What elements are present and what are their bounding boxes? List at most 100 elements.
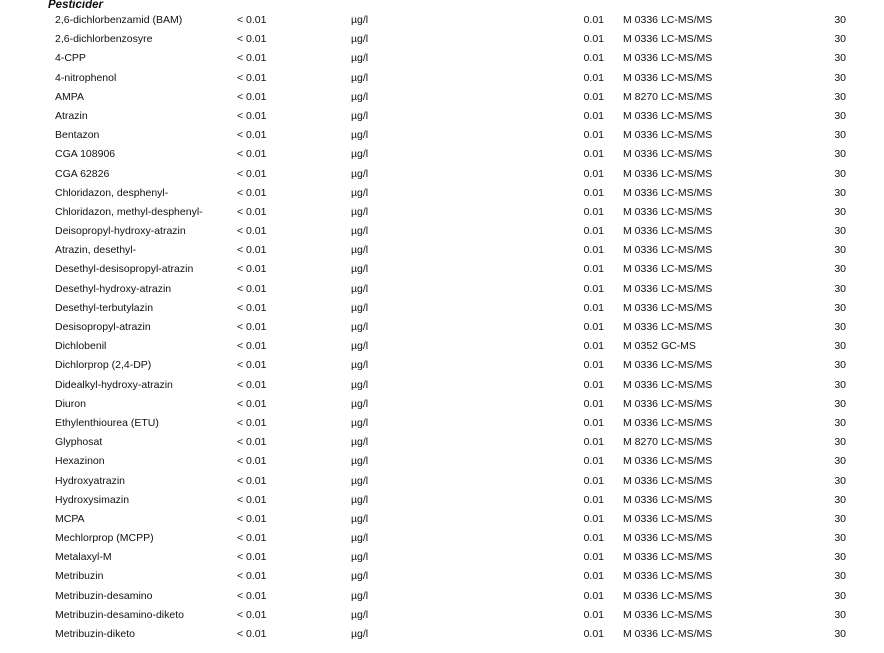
analyte-name: 2,6-dichlorbenzamid (BAM) bbox=[55, 14, 183, 26]
detection-limit: 0.01 bbox=[583, 129, 604, 142]
detection-limit: 0.01 bbox=[583, 340, 604, 353]
table-row: Dichlobenil < 0.01 µg/l 0.01 M 0352 GC-MS 30 bbox=[0, 337, 884, 356]
method-label: M 0336 LC-MS/MS bbox=[623, 129, 713, 142]
detection-limit: 0.01 bbox=[583, 301, 604, 314]
detection-limit: 0.01 bbox=[583, 225, 604, 238]
detection-limit: 0.01 bbox=[583, 608, 604, 621]
method-label: M 8270 LC-MS/MS bbox=[623, 90, 713, 103]
unit-label: µg/l bbox=[351, 474, 369, 487]
analyte-name: Bentazon bbox=[55, 129, 100, 142]
unit-label: µg/l bbox=[351, 301, 369, 314]
unit-label: µg/l bbox=[351, 493, 369, 506]
uncertainty-value: 30 bbox=[834, 608, 846, 621]
analyte-name: Atrazin, desethyl- bbox=[55, 244, 137, 257]
uncertainty-value: 30 bbox=[834, 186, 846, 199]
unit-label: µg/l bbox=[351, 167, 369, 180]
table-row: Glyphosat < 0.01 µg/l 0.01 M 8270 LC-MS/MS 30 bbox=[0, 433, 884, 452]
unit-label: µg/l bbox=[351, 90, 369, 103]
result-value: < 0.01 bbox=[237, 321, 267, 333]
uncertainty-value: 30 bbox=[834, 205, 846, 218]
table-row: Metalaxyl-M < 0.01 µg/l 0.01 M 0336 LC-MS/MS… bbox=[0, 548, 884, 567]
uncertainty-value: 30 bbox=[834, 52, 846, 65]
detection-limit: 0.01 bbox=[583, 14, 604, 26]
table-row: Metribuzin-desamino < 0.01 µg/l 0.01 M 0336 … bbox=[0, 587, 884, 606]
result-value: < 0.01 bbox=[237, 90, 267, 103]
detection-limit: 0.01 bbox=[583, 263, 604, 276]
analyte-name: Metribuzin-diketo bbox=[55, 628, 135, 640]
method-label: M 0336 LC-MS/MS bbox=[623, 244, 713, 257]
method-label: M 0336 LC-MS/MS bbox=[623, 397, 713, 410]
detection-limit: 0.01 bbox=[583, 474, 604, 487]
method-label: M 0336 LC-MS/MS bbox=[623, 493, 713, 506]
analyte-name: Hydroxyatrazin bbox=[55, 474, 126, 487]
uncertainty-value: 30 bbox=[834, 570, 846, 583]
result-value: < 0.01 bbox=[237, 186, 267, 199]
detection-limit: 0.01 bbox=[583, 167, 604, 180]
table-row: Desisopropyl-atrazin < 0.01 µg/l 0.01 M 0336… bbox=[0, 318, 884, 337]
result-value: < 0.01 bbox=[237, 109, 267, 122]
table-row: Hexazinon < 0.01 µg/l 0.01 M 0336 LC-MS/MS 30 bbox=[0, 452, 884, 471]
detection-limit: 0.01 bbox=[583, 205, 604, 218]
uncertainty-value: 30 bbox=[834, 109, 846, 122]
method-label: M 0336 LC-MS/MS bbox=[623, 225, 713, 238]
unit-label: µg/l bbox=[351, 71, 369, 84]
analyte-name: Desethyl-desisopropyl-atrazin bbox=[55, 263, 194, 276]
table-row: Didealkyl-hydroxy-atrazin < 0.01 µg/l 0.01 M… bbox=[0, 376, 884, 395]
result-value: < 0.01 bbox=[237, 225, 267, 238]
table-row: Metribuzin < 0.01 µg/l 0.01 M 0336 LC-MS/MS 3… bbox=[0, 567, 884, 586]
table-row: Chloridazon, desphenyl- < 0.01 µg/l 0.01 M 0… bbox=[0, 184, 884, 203]
detection-limit: 0.01 bbox=[583, 570, 604, 583]
unit-label: µg/l bbox=[351, 551, 369, 564]
method-label: M 0336 LC-MS/MS bbox=[623, 205, 713, 218]
result-value: < 0.01 bbox=[237, 14, 267, 26]
uncertainty-value: 30 bbox=[834, 282, 846, 295]
unit-label: µg/l bbox=[351, 340, 369, 353]
table-row: Mechlorprop (MCPP) < 0.01 µg/l 0.01 M 0336 L… bbox=[0, 529, 884, 548]
analyte-name: Atrazin bbox=[55, 109, 88, 122]
detection-limit: 0.01 bbox=[583, 397, 604, 410]
unit-label: µg/l bbox=[351, 628, 369, 640]
table-row: Metribuzin-desamino-diketo < 0.01 µg/l 0.01… bbox=[0, 606, 884, 625]
detection-limit: 0.01 bbox=[583, 512, 604, 525]
uncertainty-value: 30 bbox=[834, 90, 846, 103]
analyte-name: Dichlorprop (2,4-DP) bbox=[55, 359, 152, 372]
method-label: M 0336 LC-MS/MS bbox=[623, 455, 713, 468]
unit-label: µg/l bbox=[351, 129, 369, 142]
method-label: M 0336 LC-MS/MS bbox=[623, 570, 713, 583]
method-label: M 0336 LC-MS/MS bbox=[623, 109, 713, 122]
analyte-name: AMPA bbox=[55, 90, 84, 103]
method-label: M 0336 LC-MS/MS bbox=[623, 186, 713, 199]
method-label: M 0336 LC-MS/MS bbox=[623, 551, 713, 564]
table-row: Diuron < 0.01 µg/l 0.01 M 0336 LC-MS/MS 30 bbox=[0, 395, 884, 414]
table-row: CGA 62826 < 0.01 µg/l 0.01 M 0336 LC-MS/MS 30 bbox=[0, 165, 884, 184]
uncertainty-value: 30 bbox=[834, 551, 846, 564]
result-value: < 0.01 bbox=[237, 205, 267, 218]
method-label: M 0336 LC-MS/MS bbox=[623, 474, 713, 487]
detection-limit: 0.01 bbox=[583, 90, 604, 103]
table-row: 2,6-dichlorbenzosyre < 0.01 µg/l 0.01 M 0336… bbox=[0, 30, 884, 49]
method-label: M 0336 LC-MS/MS bbox=[623, 167, 713, 180]
unit-label: µg/l bbox=[351, 436, 369, 449]
table-row: Metribuzin-diketo < 0.01 µg/l 0.01 M 0336 LC… bbox=[0, 625, 884, 644]
result-value: < 0.01 bbox=[237, 474, 267, 487]
table-row: Atrazin, desethyl- < 0.01 µg/l 0.01 M 0336 L… bbox=[0, 241, 884, 260]
uncertainty-value: 30 bbox=[834, 532, 846, 545]
detection-limit: 0.01 bbox=[583, 551, 604, 564]
method-label: M 0336 LC-MS/MS bbox=[623, 512, 713, 525]
uncertainty-value: 30 bbox=[834, 628, 846, 640]
analyte-name: Chloridazon, desphenyl- bbox=[55, 186, 169, 199]
table-row: Desethyl-desisopropyl-atrazin < 0.01 µg/l 0… bbox=[0, 260, 884, 279]
unit-label: µg/l bbox=[351, 148, 369, 161]
analyte-name: CGA 108906 bbox=[55, 148, 116, 161]
result-value: < 0.01 bbox=[237, 416, 267, 429]
result-value: < 0.01 bbox=[237, 455, 267, 468]
analyte-name: Desethyl-terbutylazin bbox=[55, 301, 154, 314]
table-row: Atrazin < 0.01 µg/l 0.01 M 0336 LC-MS/MS 30 bbox=[0, 107, 884, 126]
unit-label: µg/l bbox=[351, 359, 369, 372]
result-value: < 0.01 bbox=[237, 512, 267, 525]
analyte-name: Ethylenthiourea (ETU) bbox=[55, 416, 159, 429]
method-label: M 0336 LC-MS/MS bbox=[623, 263, 713, 276]
result-value: < 0.01 bbox=[237, 148, 267, 161]
detection-limit: 0.01 bbox=[583, 71, 604, 84]
result-value: < 0.01 bbox=[237, 263, 267, 276]
